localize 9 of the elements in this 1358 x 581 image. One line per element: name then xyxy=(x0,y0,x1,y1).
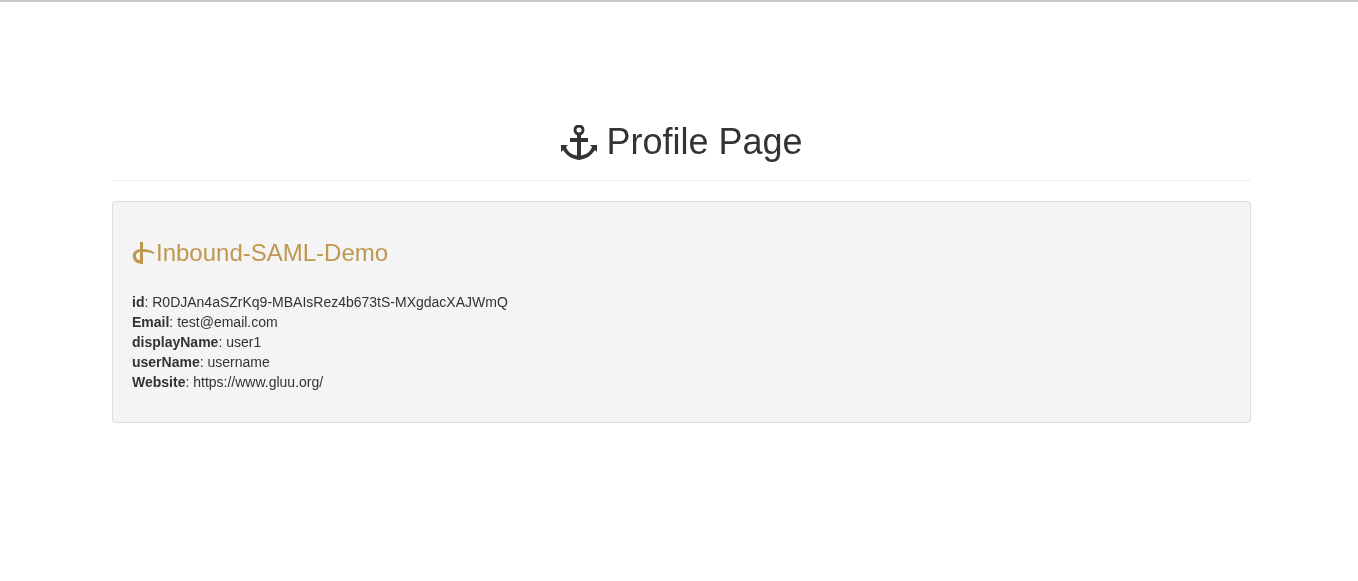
openid-icon xyxy=(132,242,156,264)
page-title: Profile Page xyxy=(606,120,803,164)
profile-field: Website: https://www.gluu.org/ xyxy=(132,372,324,392)
profile-field: userName: username xyxy=(132,352,270,372)
profile-field: Email: test@email.com xyxy=(132,312,278,332)
profile-field: id: R0DJAn4aSZrKq9-MBAIsRez4b673tS-MXgdacXAJWmQ xyxy=(132,292,508,312)
panel-title: Inbound-SAML-Demo xyxy=(156,238,389,268)
anchor-icon xyxy=(560,125,599,161)
profile-field: displayName: user1 xyxy=(132,332,262,352)
